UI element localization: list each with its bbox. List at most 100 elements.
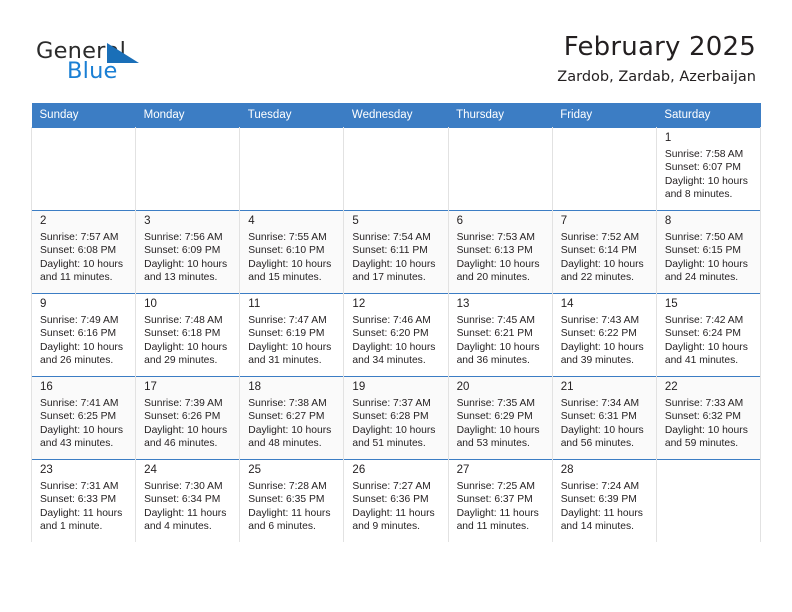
sunrise-text: Sunrise: 7:47 AM bbox=[248, 315, 327, 326]
sunrise-text: Sunrise: 7:35 AM bbox=[456, 398, 535, 409]
day-number: 19 bbox=[352, 381, 366, 393]
day-number: 25 bbox=[248, 464, 262, 476]
sunset-text: Sunset: 6:27 PM bbox=[248, 411, 325, 423]
weekday-header-monday: Monday bbox=[135, 103, 240, 128]
sunrise-text: Sunrise: 7:46 AM bbox=[352, 315, 431, 326]
day-cell[interactable]: 3 Sunrise: 7:56 AM Sunset: 6:09 PM Daylight… bbox=[135, 210, 241, 294]
sunrise-text: Sunrise: 7:56 AM bbox=[144, 232, 223, 243]
day-number: 4 bbox=[248, 215, 255, 227]
day-cell[interactable]: 24 Sunrise: 7:30 AM Sunset: 6:34 PM Dayligh… bbox=[135, 459, 241, 542]
day-cell[interactable]: 20 Sunrise: 7:35 AM Sunset: 6:29 PM Dayligh… bbox=[447, 376, 553, 460]
day-details: Sunrise: 7:42 AM Sunset: 6:24 PM Daylight:… bbox=[665, 314, 754, 368]
day-details: Sunrise: 7:30 AM Sunset: 6:34 PM Daylight:… bbox=[144, 480, 233, 534]
sunrise-text: Sunrise: 7:49 AM bbox=[40, 315, 119, 326]
day-details: Sunrise: 7:31 AM Sunset: 6:33 PM Daylight:… bbox=[40, 480, 129, 534]
day-cell[interactable] bbox=[447, 127, 553, 211]
day-details: Sunrise: 7:53 AM Sunset: 6:13 PM Daylight:… bbox=[457, 231, 546, 285]
sunrise-text: Sunrise: 7:37 AM bbox=[352, 398, 431, 409]
day-details: Sunrise: 7:49 AM Sunset: 6:16 PM Daylight:… bbox=[40, 314, 129, 368]
daylight-text-line1: Daylight: 10 hours bbox=[560, 341, 644, 353]
calendar-week-row: 16 Sunrise: 7:41 AM Sunset: 6:25 PM Dayligh… bbox=[30, 376, 762, 460]
day-cell[interactable]: 2 Sunrise: 7:57 AM Sunset: 6:08 PM Daylight… bbox=[30, 210, 137, 294]
day-cell[interactable] bbox=[551, 127, 657, 211]
sunrise-text: Sunrise: 7:55 AM bbox=[248, 232, 327, 243]
day-details: Sunrise: 7:35 AM Sunset: 6:29 PM Daylight:… bbox=[457, 397, 546, 451]
day-cell[interactable]: 5 Sunrise: 7:54 AM Sunset: 6:11 PM Daylight… bbox=[343, 210, 449, 294]
day-number: 20 bbox=[456, 381, 470, 393]
day-details: Sunrise: 7:45 AM Sunset: 6:21 PM Daylight:… bbox=[457, 314, 546, 368]
day-cell[interactable]: 9 Sunrise: 7:49 AM Sunset: 6:16 PM Daylight… bbox=[30, 293, 137, 377]
daylight-text-line2: and 11 minutes. bbox=[40, 272, 113, 284]
day-number: 3 bbox=[144, 215, 151, 227]
day-details: Sunrise: 7:34 AM Sunset: 6:31 PM Daylight:… bbox=[561, 397, 650, 451]
day-number: 14 bbox=[560, 298, 574, 310]
day-cell[interactable]: 16 Sunrise: 7:41 AM Sunset: 6:25 PM Dayligh… bbox=[30, 376, 137, 460]
day-cell[interactable]: 14 Sunrise: 7:43 AM Sunset: 6:22 PM Dayligh… bbox=[551, 293, 657, 377]
daylight-text-line2: and 43 minutes. bbox=[40, 438, 114, 450]
day-cell[interactable] bbox=[30, 127, 137, 211]
sunrise-text: Sunrise: 7:53 AM bbox=[456, 232, 535, 243]
sunset-text: Sunset: 6:21 PM bbox=[456, 328, 533, 340]
day-cell[interactable]: 12 Sunrise: 7:46 AM Sunset: 6:20 PM Dayligh… bbox=[343, 293, 449, 377]
day-cell[interactable]: 13 Sunrise: 7:45 AM Sunset: 6:21 PM Dayligh… bbox=[447, 293, 553, 377]
daylight-text-line2: and 53 minutes. bbox=[456, 438, 530, 450]
daylight-text-line2: and 11 minutes. bbox=[456, 521, 530, 533]
day-cell[interactable]: 4 Sunrise: 7:55 AM Sunset: 6:10 PM Daylight… bbox=[239, 210, 345, 294]
day-number: 5 bbox=[352, 215, 359, 227]
day-details: Sunrise: 7:24 AM Sunset: 6:39 PM Daylight:… bbox=[561, 480, 650, 534]
day-cell[interactable]: 21 Sunrise: 7:34 AM Sunset: 6:31 PM Dayligh… bbox=[551, 376, 657, 460]
day-cell[interactable]: 19 Sunrise: 7:37 AM Sunset: 6:28 PM Dayligh… bbox=[343, 376, 449, 460]
day-details: Sunrise: 7:54 AM Sunset: 6:11 PM Daylight:… bbox=[352, 231, 441, 285]
day-number: 22 bbox=[664, 381, 678, 393]
daylight-text-line2: and 24 minutes. bbox=[664, 272, 739, 284]
day-cell[interactable]: 28 Sunrise: 7:24 AM Sunset: 6:39 PM Dayligh… bbox=[551, 459, 657, 542]
day-number: 10 bbox=[144, 298, 157, 310]
daylight-text-line1: Daylight: 10 hours bbox=[352, 424, 436, 436]
sunrise-text: Sunrise: 7:57 AM bbox=[40, 232, 119, 243]
day-cell[interactable]: 10 Sunrise: 7:48 AM Sunset: 6:18 PM Dayligh… bbox=[135, 293, 241, 377]
day-number: 12 bbox=[352, 298, 366, 310]
title-block: February 2025 Zardob, Zardab, Azerbaijan bbox=[557, 30, 756, 88]
day-cell[interactable] bbox=[135, 127, 241, 211]
day-details: Sunrise: 7:55 AM Sunset: 6:10 PM Daylight:… bbox=[248, 231, 337, 285]
day-cell[interactable] bbox=[343, 127, 449, 211]
daylight-text-line1: Daylight: 10 hours bbox=[560, 424, 644, 436]
day-cell[interactable]: 17 Sunrise: 7:39 AM Sunset: 6:26 PM Dayligh… bbox=[135, 376, 241, 460]
day-cell[interactable]: 15 Sunrise: 7:42 AM Sunset: 6:24 PM Dayligh… bbox=[655, 293, 762, 377]
day-cell[interactable]: 25 Sunrise: 7:28 AM Sunset: 6:35 PM Dayligh… bbox=[239, 459, 345, 542]
sunrise-text: Sunrise: 7:58 AM bbox=[664, 149, 744, 160]
day-cell[interactable]: 18 Sunrise: 7:38 AM Sunset: 6:27 PM Dayligh… bbox=[239, 376, 345, 460]
day-cell[interactable]: 6 Sunrise: 7:53 AM Sunset: 6:13 PM Daylight… bbox=[447, 210, 553, 294]
sunset-text: Sunset: 6:34 PM bbox=[144, 494, 221, 506]
daylight-text-line1: Daylight: 10 hours bbox=[40, 424, 123, 436]
day-details: Sunrise: 7:43 AM Sunset: 6:22 PM Daylight:… bbox=[561, 314, 650, 368]
day-number: 13 bbox=[456, 298, 470, 310]
daylight-text-line2: and 56 minutes. bbox=[560, 438, 634, 450]
sunset-text: Sunset: 6:25 PM bbox=[40, 411, 117, 423]
sunrise-text: Sunrise: 7:50 AM bbox=[664, 232, 744, 243]
day-details: Sunrise: 7:58 AM Sunset: 6:07 PM Daylight:… bbox=[665, 148, 754, 202]
day-details: Sunrise: 7:25 AM Sunset: 6:37 PM Daylight:… bbox=[457, 480, 546, 534]
day-cell[interactable] bbox=[655, 459, 762, 542]
day-cell[interactable]: 26 Sunrise: 7:27 AM Sunset: 6:36 PM Dayligh… bbox=[343, 459, 449, 542]
sunset-text: Sunset: 6:29 PM bbox=[456, 411, 533, 423]
day-cell[interactable]: 7 Sunrise: 7:52 AM Sunset: 6:14 PM Daylight… bbox=[551, 210, 657, 294]
calendar-page: General Blue February 2025 Zardob, Zarda… bbox=[0, 0, 792, 612]
weekday-header-sunday: Sunday bbox=[31, 103, 136, 128]
weekday-header-tuesday: Tuesday bbox=[239, 103, 344, 128]
day-cell[interactable] bbox=[239, 127, 345, 211]
day-details: Sunrise: 7:50 AM Sunset: 6:15 PM Daylight:… bbox=[665, 231, 754, 285]
day-cell[interactable]: 23 Sunrise: 7:31 AM Sunset: 6:33 PM Dayligh… bbox=[30, 459, 137, 542]
day-details: Sunrise: 7:38 AM Sunset: 6:27 PM Daylight:… bbox=[248, 397, 337, 451]
calendar-week-row: 9 Sunrise: 7:49 AM Sunset: 6:16 PM Daylight… bbox=[30, 293, 762, 377]
day-cell[interactable]: 8 Sunrise: 7:50 AM Sunset: 6:15 PM Daylight… bbox=[655, 210, 762, 294]
daylight-text-line2: and 1 minute. bbox=[40, 521, 103, 533]
day-cell[interactable]: 1 Sunrise: 7:58 AM Sunset: 6:07 PM Daylight… bbox=[655, 127, 762, 211]
sunset-text: Sunset: 6:07 PM bbox=[664, 162, 741, 174]
day-number: 8 bbox=[664, 215, 672, 227]
day-cell[interactable]: 22 Sunrise: 7:33 AM Sunset: 6:32 PM Dayligh… bbox=[655, 376, 762, 460]
brand-logo[interactable]: General Blue bbox=[36, 38, 256, 90]
day-cell[interactable]: 11 Sunrise: 7:47 AM Sunset: 6:19 PM Dayligh… bbox=[239, 293, 345, 377]
day-cell[interactable]: 27 Sunrise: 7:25 AM Sunset: 6:37 PM Dayligh… bbox=[447, 459, 553, 542]
sunrise-text: Sunrise: 7:34 AM bbox=[560, 398, 640, 409]
